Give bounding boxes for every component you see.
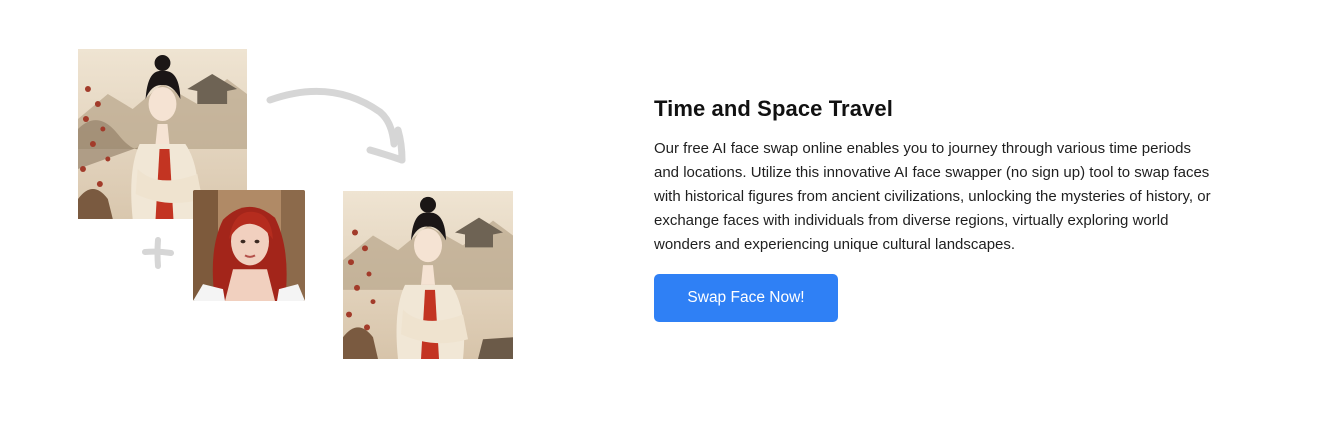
feature-content: Time and Space Travel Our free AI face s…: [654, 96, 1234, 322]
face-swap-illustration: [0, 0, 600, 430]
swap-face-now-button[interactable]: Swap Face Now!: [654, 274, 838, 322]
curved-arrow-icon: [266, 87, 406, 164]
plus-icon: [142, 237, 174, 269]
face-photo-red-hair: [193, 190, 305, 301]
section-description: Our free AI face swap online enables you…: [654, 140, 1211, 253]
result-historical-portrait: [343, 191, 513, 359]
section-title: Time and Space Travel: [654, 96, 893, 121]
